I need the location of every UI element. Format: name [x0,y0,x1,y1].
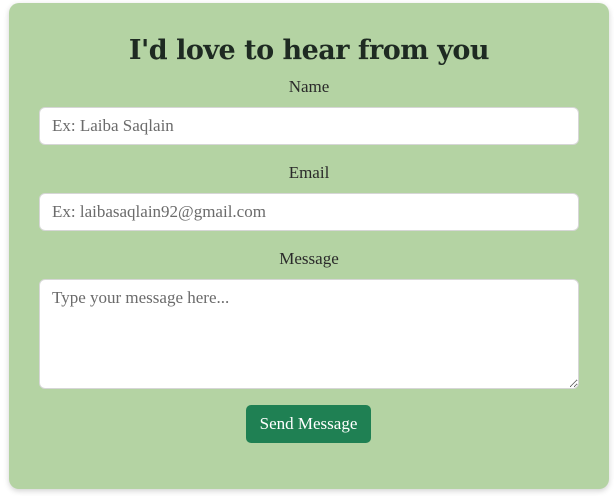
message-textarea[interactable] [39,279,579,389]
form-title: I'd love to hear from you [128,35,490,66]
name-input[interactable] [39,107,579,145]
message-label: Message [279,249,339,268]
contact-form-card: I'd love to hear from you Name Email Mes… [9,3,609,489]
send-message-button[interactable]: Send Message [246,405,371,443]
email-input[interactable] [39,193,579,231]
name-label: Name [288,77,330,96]
email-label: Email [288,163,330,182]
